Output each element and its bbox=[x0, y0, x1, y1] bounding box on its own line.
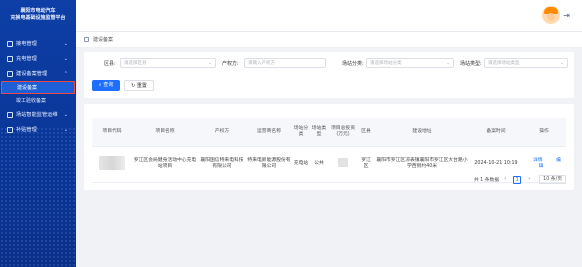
col-district: 区县 bbox=[358, 118, 374, 147]
pagination: 共 1 条数据 ‹ 1 › 10 条/页 bbox=[474, 175, 566, 184]
col-actions: 操作 bbox=[522, 118, 566, 147]
owner-input[interactable]: 请输入产权方 bbox=[244, 58, 326, 68]
charging-icon bbox=[7, 55, 13, 62]
logout-icon[interactable]: ⇥ bbox=[563, 11, 570, 20]
redacted-block bbox=[338, 158, 348, 167]
page-1-button[interactable]: 1 bbox=[513, 175, 522, 184]
chevron-down-icon: ⌄ bbox=[560, 61, 564, 66]
col-filing-time: 备案时间 bbox=[470, 118, 522, 147]
detail-link[interactable]: 详情 bbox=[533, 158, 543, 163]
page-size-select[interactable]: 10 条/页 bbox=[539, 175, 566, 184]
site-class-select[interactable]: 请选择场站分类 ⌄ bbox=[366, 58, 454, 68]
col-investment: 项目总投资(万元) bbox=[328, 118, 358, 147]
sidebar-item-label: 建设备案管理 bbox=[16, 71, 48, 77]
sidebar-item-label: 建设备案 bbox=[17, 85, 38, 91]
sidebar: 襄阳市电动汽车 充换电基础设施监管平台 接电管理 ⌄ 充电管理 ⌄ 建设备案管理… bbox=[0, 0, 76, 267]
sidebar-item-subsidy[interactable]: 补贴管理 ⌄ bbox=[0, 122, 76, 137]
chevron-down-icon: ⌄ bbox=[63, 127, 68, 133]
site-type-label: 场站类型: bbox=[460, 61, 482, 67]
area-select[interactable]: 请选择区县 ⌄ bbox=[120, 58, 216, 68]
next-page-button[interactable]: › bbox=[525, 176, 533, 184]
redacted-block bbox=[99, 155, 125, 170]
cell-owner: 襄阳国信特来电科技有限公司 bbox=[198, 146, 246, 183]
table-header-row: 项目代码 项目名称 产权方 运营商名称 场站分类 场站类型 项目总投资(万元) … bbox=[92, 118, 566, 147]
cell-site-type: 公共 bbox=[310, 146, 328, 183]
cell-district: 罗江区 bbox=[358, 146, 374, 183]
chevron-down-icon: ⌄ bbox=[63, 56, 68, 62]
breadcrumb-text: 建设备案 bbox=[93, 37, 114, 43]
sidebar-item-label: 接电管理 bbox=[16, 41, 37, 47]
document-icon bbox=[7, 70, 13, 77]
sidebar-subitem-completion-record[interactable]: 竣工验收备案 bbox=[0, 94, 76, 107]
col-site-type: 场站类型 bbox=[310, 118, 328, 147]
col-project-code: 项目代码 bbox=[92, 118, 132, 147]
brand-title: 襄阳市电动汽车 充换电基础设施监管平台 bbox=[0, 8, 76, 22]
col-address: 建设地址 bbox=[374, 118, 470, 147]
sidebar-subitem-construction-record[interactable]: 建设备案 bbox=[1, 81, 75, 94]
chevron-down-icon: ⌄ bbox=[63, 41, 68, 47]
owner-placeholder: 请输入产权方 bbox=[248, 61, 275, 66]
site-type-placeholder: 请选择场站类型 bbox=[488, 61, 520, 66]
search-button-label: 查询 bbox=[103, 82, 114, 88]
cell-operator: 特来电新能源股份有限公司 bbox=[246, 146, 292, 183]
sidebar-menu: 接电管理 ⌄ 充电管理 ⌄ 建设备案管理 ⌃ 建设备案 竣工验收备案 场站智能监… bbox=[0, 36, 76, 137]
table-panel: 项目代码 项目名称 产权方 运营商名称 场站分类 场站类型 项目总投资(万元) … bbox=[84, 104, 574, 190]
col-operator: 运营商名称 bbox=[246, 118, 292, 147]
cell-site-class: 充电站 bbox=[292, 146, 310, 183]
sidebar-item-label: 场站智能监管运维 bbox=[16, 112, 58, 118]
area-label: 区县: bbox=[104, 61, 116, 67]
cell-address: 襄阳市罗江区凉表镇襄阳市罗江区大台路小学西侧约40米 bbox=[374, 146, 470, 183]
site-class-placeholder: 请选择场站分类 bbox=[370, 61, 402, 66]
reset-button[interactable]: ↻ 重置 bbox=[124, 80, 154, 91]
page-icon bbox=[84, 37, 89, 42]
cell-project-code bbox=[92, 146, 132, 183]
sidebar-item-charging[interactable]: 充电管理 ⌄ bbox=[0, 51, 76, 66]
monitor-icon bbox=[7, 111, 13, 118]
logout-glyph: ⇥ bbox=[563, 11, 570, 20]
search-button[interactable]: ⌕ 查询 bbox=[92, 80, 120, 91]
records-table: 项目代码 项目名称 产权方 运营商名称 场站分类 场站类型 项目总投资(万元) … bbox=[92, 118, 566, 183]
col-owner: 产权方 bbox=[198, 118, 246, 147]
cell-investment bbox=[328, 146, 358, 183]
sidebar-item-construction-filing[interactable]: 建设备案管理 ⌃ bbox=[0, 66, 76, 81]
brand-line-2: 充换电基础设施监管平台 bbox=[10, 15, 66, 21]
sidebar-item-label: 补贴管理 bbox=[16, 127, 37, 133]
sidebar-background-pattern bbox=[0, 127, 76, 267]
col-project-name: 项目名称 bbox=[132, 118, 198, 147]
reset-button-label: 重置 bbox=[136, 83, 147, 89]
col-site-class: 场站分类 bbox=[292, 118, 310, 147]
face-icon bbox=[547, 13, 555, 21]
site-class-label: 场站分类: bbox=[342, 61, 364, 67]
sidebar-item-power-connection[interactable]: 接电管理 ⌄ bbox=[0, 36, 76, 51]
brand-line-1: 襄阳市电动汽车 bbox=[20, 8, 56, 14]
sidebar-item-smart-ops[interactable]: 场站智能监管运维 ⌄ bbox=[0, 107, 76, 122]
money-icon bbox=[7, 126, 13, 133]
chevron-down-icon: ⌄ bbox=[63, 112, 68, 118]
grid-icon bbox=[7, 40, 13, 47]
cell-project-name: 罗江区会局健身活动中心充电站项目 bbox=[132, 146, 198, 183]
owner-label: 产权方: bbox=[222, 61, 239, 67]
chevron-up-icon: ⌃ bbox=[63, 71, 68, 77]
sidebar-item-label: 竣工验收备案 bbox=[16, 98, 47, 104]
avatar[interactable] bbox=[542, 6, 560, 24]
site-type-select[interactable]: 请选择场站类型 ⌄ bbox=[484, 58, 568, 68]
top-header: ⇥ bbox=[76, 0, 582, 32]
prev-page-button[interactable]: ‹ bbox=[501, 176, 509, 184]
breadcrumb: 建设备案 bbox=[76, 32, 582, 48]
filter-panel: 区县: 请选择区县 ⌄ 产权方: 请输入产权方 场站分类: 请选择场站分类 ⌄ … bbox=[84, 52, 574, 98]
area-placeholder: 请选择区县 bbox=[124, 61, 147, 66]
sidebar-item-label: 充电管理 bbox=[16, 56, 37, 62]
chevron-down-icon: ⌄ bbox=[446, 61, 450, 66]
total-count: 共 1 条数据 bbox=[473, 178, 500, 183]
chevron-down-icon: ⌄ bbox=[208, 61, 212, 66]
